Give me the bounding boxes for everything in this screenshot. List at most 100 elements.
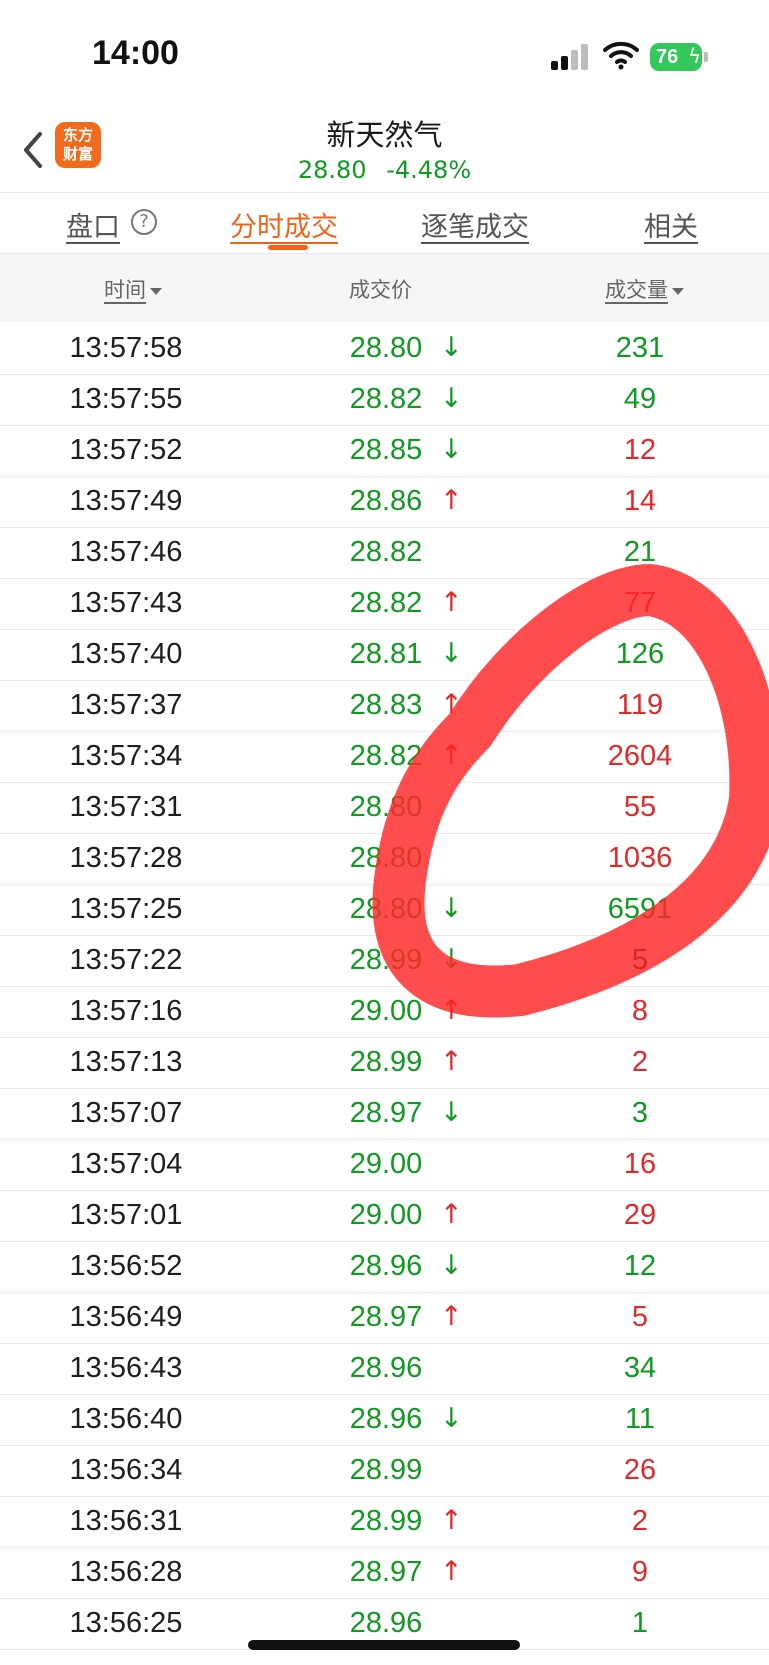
- trade-volume: 2: [631, 1046, 649, 1078]
- trade-time: 13:57:58: [69, 332, 183, 364]
- trade-volume: 3: [631, 1097, 649, 1129]
- trade-time: 13:56:34: [69, 1454, 183, 1486]
- arrow-down-icon: ↓: [440, 383, 463, 414]
- trade-time: 13:57:37: [69, 689, 183, 721]
- trade-price: 28.99: [349, 1046, 423, 1078]
- arrow-down-icon: ↓: [440, 944, 463, 975]
- trade-price: 28.97: [349, 1097, 423, 1129]
- trade-row: 13:56:31 28.99 ↑ 2: [0, 1497, 769, 1548]
- trade-row: 13:57:55 28.82 ↓ 49: [0, 375, 769, 426]
- trade-row: 13:57:49 28.86 ↑ 14: [0, 477, 769, 528]
- trade-row: 13:57:40 28.81 ↓ 126: [0, 630, 769, 681]
- trade-time: 13:57:04: [69, 1148, 183, 1180]
- trade-row: 13:57:34 28.82 ↑ 2604: [0, 732, 769, 783]
- trade-row: 13:56:49 28.97 ↑ 5: [0, 1293, 769, 1344]
- trade-row: 13:56:28 28.97 ↑ 9: [0, 1548, 769, 1599]
- trade-volume: 1036: [607, 842, 673, 874]
- trade-volume: 2: [631, 1505, 649, 1537]
- trade-price: 28.86: [349, 485, 423, 517]
- trade-time: 13:57:43: [69, 587, 183, 619]
- trade-time: 13:57:22: [69, 944, 183, 976]
- trade-list[interactable]: 13:57:58 28.80 ↓ 231 13:57:55 28.82 ↓ 49 13:57:5…: [0, 324, 769, 1650]
- trade-volume: 21: [623, 536, 657, 568]
- active-tab-indicator: [268, 245, 308, 250]
- trade-price: 28.80: [349, 791, 423, 823]
- arrow-up-icon: ↑: [440, 689, 463, 720]
- arrow-down-icon: ↓: [440, 638, 463, 669]
- trade-row: 13:57:01 29.00 ↑ 29: [0, 1191, 769, 1242]
- trade-price: 28.82: [349, 383, 423, 415]
- trade-row: 13:57:13 28.99 ↑ 2: [0, 1038, 769, 1089]
- arrow-down-icon: ↓: [440, 332, 463, 363]
- home-indicator: [248, 1640, 520, 1650]
- trade-volume: 8: [631, 995, 649, 1027]
- trade-price: 29.00: [349, 995, 423, 1027]
- trade-time: 13:56:28: [69, 1556, 183, 1588]
- trade-time: 13:57:13: [69, 1046, 183, 1078]
- trade-time: 13:57:34: [69, 740, 183, 772]
- trade-price: 28.82: [349, 536, 423, 568]
- help-icon[interactable]: ?: [131, 209, 157, 235]
- stock-change: -4.48%: [386, 156, 472, 184]
- tab-tick-trades[interactable]: 逐笔成交: [421, 205, 529, 244]
- trade-row: 13:57:43 28.82 ↑ 77: [0, 579, 769, 630]
- arrow-down-icon: ↓: [440, 1403, 463, 1434]
- arrow-down-icon: ↓: [440, 1250, 463, 1281]
- trade-volume: 16: [623, 1148, 657, 1180]
- column-price-label: 成交价: [349, 278, 412, 302]
- charging-bolt-icon: ϟ: [688, 44, 702, 68]
- trade-volume: 12: [623, 434, 657, 466]
- stock-price: 28.80: [297, 156, 367, 184]
- trade-price: 28.96: [349, 1403, 423, 1435]
- trade-time: 13:57:46: [69, 536, 183, 568]
- trade-time: 13:56:49: [69, 1301, 183, 1333]
- trade-time: 13:57:40: [69, 638, 183, 670]
- tab-minute-trades[interactable]: 分时成交: [230, 205, 338, 244]
- cellular-signal-icon: [551, 44, 593, 70]
- status-time: 14:00: [92, 34, 179, 72]
- sort-caret-icon: [672, 287, 684, 295]
- trade-price: 28.83: [349, 689, 423, 721]
- trade-volume: 77: [623, 587, 657, 619]
- trade-time: 13:56:43: [69, 1352, 183, 1384]
- trade-volume: 5: [631, 944, 649, 976]
- trade-volume: 5: [631, 1301, 649, 1333]
- trade-price: 28.80: [349, 842, 423, 874]
- arrow-up-icon: ↑: [440, 1046, 463, 1077]
- trade-row: 13:57:46 28.82 21: [0, 528, 769, 579]
- trade-row: 13:57:52 28.85 ↓ 12: [0, 426, 769, 477]
- trade-volume: 49: [623, 383, 657, 415]
- arrow-down-icon: ↓: [440, 893, 463, 924]
- trade-volume: 2604: [607, 740, 673, 772]
- stock-quote: 28.80 -4.48%: [0, 156, 769, 184]
- trade-volume: 55: [623, 791, 657, 823]
- sort-volume-button[interactable]: 成交量: [605, 274, 684, 304]
- stock-header: 东方 财富 新天然气 28.80 -4.48%: [0, 110, 769, 192]
- trade-price: 28.85: [349, 434, 423, 466]
- trade-volume: 1: [631, 1607, 649, 1639]
- trade-volume: 6591: [607, 893, 673, 925]
- sort-time-button[interactable]: 时间: [104, 274, 162, 304]
- trade-time: 13:57:52: [69, 434, 183, 466]
- arrow-up-icon: ↑: [440, 1505, 463, 1536]
- stock-name: 新天然气: [326, 118, 443, 152]
- trade-row: 13:56:40 28.96 ↓ 11: [0, 1395, 769, 1446]
- trade-price: 28.96: [349, 1607, 423, 1639]
- trade-time: 13:56:40: [69, 1403, 183, 1435]
- trade-price: 29.00: [349, 1199, 423, 1231]
- arrow-up-icon: ↑: [440, 1301, 463, 1332]
- battery-level: 76: [656, 46, 679, 68]
- trade-price: 28.82: [349, 740, 423, 772]
- tab-pankou[interactable]: 盘口: [66, 205, 120, 244]
- trade-time: 13:57:01: [69, 1199, 183, 1231]
- trade-volume: 126: [615, 638, 665, 670]
- wifi-icon: [603, 41, 639, 70]
- trade-price: 28.80: [349, 893, 423, 925]
- tab-related[interactable]: 相关: [644, 205, 698, 244]
- trade-row: 13:57:28 28.80 1036: [0, 834, 769, 885]
- trade-volume: 9: [631, 1556, 649, 1588]
- sort-caret-icon: [150, 287, 162, 295]
- trade-price: 28.99: [349, 1505, 423, 1537]
- arrow-up-icon: ↑: [440, 1556, 463, 1587]
- arrow-up-icon: ↑: [440, 740, 463, 771]
